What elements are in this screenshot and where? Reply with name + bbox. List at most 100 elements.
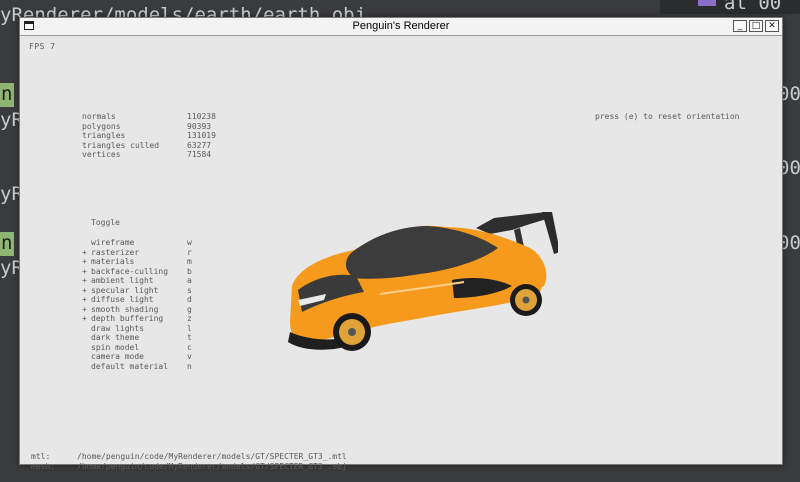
rear-wing	[476, 212, 550, 234]
toggle-item-smooth-shading[interactable]: + smooth shading g	[82, 305, 192, 315]
close-button[interactable]: ✕	[765, 20, 779, 32]
toggle-item-materials[interactable]: + materials m	[82, 257, 192, 267]
stat-value: 131019	[187, 131, 216, 140]
reset-orientation-hint: press (e) to reset orientation	[595, 112, 740, 121]
toggle-enabled-mark: +	[82, 257, 87, 266]
toggle-label: spin model	[91, 342, 140, 352]
toggle-item-ambient-light[interactable]: + ambient light a	[82, 276, 192, 286]
toggle-item-depth-buffering[interactable]: + depth buffering z	[82, 314, 192, 324]
stat-row: triangles 131019	[82, 131, 216, 141]
toggle-key: z	[187, 314, 192, 323]
mtl-label: mtl:	[31, 452, 51, 461]
toggle-label: specular light	[91, 285, 159, 295]
mtl-path: /home/penguin/code/MyRenderer/models/GT/…	[77, 452, 347, 461]
mesh-path-row: mesh: /home/penguin/code/MyRenderer/model…	[31, 462, 347, 472]
toggle-item-rasterizer[interactable]: + rasterizer r	[82, 248, 192, 258]
terminal-fragment: n	[1, 83, 13, 105]
toggle-item-dark-theme[interactable]: dark theme t	[82, 333, 192, 343]
toggle-key: r	[187, 247, 192, 257]
rear-wheel	[510, 284, 542, 316]
stat-value: 63277	[187, 140, 212, 150]
toggle-key: t	[187, 333, 192, 342]
toggle-key: c	[187, 342, 192, 352]
stat-label: vertices	[82, 150, 121, 159]
toggle-key: g	[187, 304, 192, 314]
toggle-enabled-mark: +	[82, 276, 87, 285]
title-bar[interactable]: Penguin's Renderer _ □ ✕	[20, 18, 782, 36]
stat-value: 110238	[187, 112, 216, 121]
toggle-label: materials	[91, 257, 135, 266]
stat-label: triangles	[82, 131, 126, 140]
window-controls: _ □ ✕	[733, 20, 779, 32]
toggle-key: w	[187, 238, 192, 247]
toggle-enabled-mark	[82, 324, 91, 334]
minimize-button[interactable]: _	[733, 20, 747, 32]
toggle-enabled-mark	[82, 333, 91, 343]
toggle-key: v	[187, 352, 192, 361]
toggle-enabled-mark	[82, 352, 91, 362]
toggle-label: backface-culling	[91, 266, 169, 276]
stat-label: polygons	[82, 121, 121, 131]
fps-counter: FPS 7	[29, 42, 56, 51]
toggle-key: d	[187, 295, 192, 304]
toggle-item-specular-light[interactable]: + specular light s	[82, 286, 192, 296]
toggle-enabled-mark: +	[82, 285, 87, 295]
file-paths: mtl: /home/penguin/code/MyRenderer/models…	[31, 452, 347, 471]
mesh-label: mesh:	[31, 461, 56, 471]
terminal-prompt-accent	[698, 0, 716, 6]
toggle-enabled-mark: +	[82, 304, 87, 314]
toggle-item-wireframe[interactable]: wireframe w	[82, 238, 192, 248]
window-title: Penguin's Renderer	[352, 20, 450, 32]
toggle-enabled-mark: +	[82, 314, 87, 323]
front-wheel	[333, 313, 371, 351]
toggle-label: depth buffering	[91, 314, 164, 323]
toggle-enabled-mark	[82, 343, 91, 353]
toggle-key: m	[187, 257, 192, 266]
render-viewport[interactable]: FPS 7 normals 110238 polygons 90393 triang…	[20, 36, 782, 471]
toggle-item-camera-mode[interactable]: camera mode v	[82, 352, 192, 362]
renderer-window: Penguin's Renderer _ □ ✕ FPS 7 normals 11…	[19, 17, 783, 471]
stat-row: vertices 71584	[82, 150, 216, 160]
car-model-render[interactable]	[268, 182, 558, 352]
toggle-label: dark theme	[91, 333, 140, 342]
toggle-item-backface-culling[interactable]: + backface-culling b	[82, 267, 192, 277]
toggle-heading: Toggle	[91, 218, 120, 227]
toggle-label: ambient light	[91, 276, 154, 285]
maximize-button[interactable]: □	[749, 20, 763, 32]
stat-row: polygons 90393	[82, 122, 216, 132]
toggle-label: wireframe	[91, 238, 135, 247]
stat-label: normals	[82, 112, 116, 121]
stat-label: triangles culled	[82, 140, 160, 150]
mtl-path-row: mtl: /home/penguin/code/MyRenderer/models…	[31, 452, 347, 462]
toggle-key: n	[187, 361, 192, 371]
toggle-label: camera mode	[91, 352, 144, 361]
stat-row: normals 110238	[82, 112, 216, 122]
toggle-key: b	[187, 266, 192, 276]
toggle-label: smooth shading	[91, 304, 159, 314]
toggle-enabled-mark	[82, 362, 91, 372]
toggle-enabled-mark: +	[82, 295, 87, 304]
terminal-top-right-text: at 00	[724, 0, 782, 14]
toggle-item-default-material[interactable]: default material n	[82, 362, 192, 372]
stats-panel: normals 110238 polygons 90393 triangles 131…	[82, 112, 216, 160]
toggle-key: a	[187, 276, 192, 285]
stat-value: 71584	[187, 150, 212, 159]
stat-value: 90393	[187, 121, 212, 131]
toggle-list: wireframe w + rasterizer r + materials m + backfa…	[82, 238, 192, 371]
terminal-fragment: n	[1, 232, 13, 254]
toggle-key: l	[187, 323, 192, 333]
toggle-enabled-mark	[82, 238, 91, 248]
toggle-enabled-mark: +	[82, 266, 87, 276]
toggle-item-spin-model[interactable]: spin model c	[82, 343, 192, 353]
toggle-enabled-mark: +	[82, 247, 87, 257]
toggle-label: default material	[91, 361, 169, 371]
stat-row: triangles culled 63277	[82, 141, 216, 151]
mesh-path: /home/penguin/code/MyRenderer/models/GT/…	[77, 461, 347, 471]
wing-endplate	[542, 212, 558, 254]
toggle-key: s	[187, 285, 192, 295]
toggle-item-draw-lights[interactable]: draw lights l	[82, 324, 192, 334]
toggle-label: diffuse light	[91, 295, 154, 304]
toggle-label: draw lights	[91, 323, 144, 333]
toggle-label: rasterizer	[91, 247, 140, 257]
toggle-item-diffuse-light[interactable]: + diffuse light d	[82, 295, 192, 305]
